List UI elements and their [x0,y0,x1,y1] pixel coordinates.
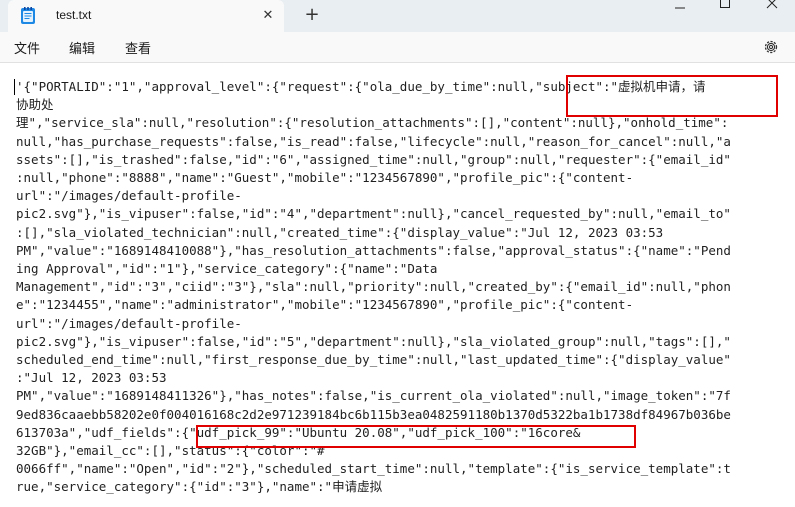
minimize-icon[interactable] [660,0,700,32]
new-tab-button[interactable]: + [300,4,324,28]
text-line: 理","service_sla":null,"resolution":{"res… [16,115,729,131]
highlight-subject [566,75,778,117]
menu-bar: 文件 编辑 查看 [0,32,795,63]
menu-edit[interactable]: 编辑 [69,38,95,57]
text-line: :[],"sla_violated_technician":null,"crea… [16,224,664,240]
text-line: ing Approval","id":"1"},"service_categor… [16,261,438,277]
text-line: :null,"phone":"8888","name":"Guest","mob… [16,170,634,186]
text-line: ssets":[],"is_trashed":false,"id":"6","a… [16,151,731,167]
menu-file[interactable]: 文件 [14,38,40,57]
text-editor[interactable]: '{"PORTALID":"1","approval_level":{"requ… [0,63,795,507]
title-bar: test.txt ✕ + [0,0,795,32]
text-line: 9ed836caaebb58202e0f004016168c2d2e971239… [16,406,731,422]
text-line: url":"/images/default-profile- [16,315,242,331]
text-line: PM","value":"1689148411326"},"has_notes"… [16,388,731,404]
gear-icon[interactable] [762,38,780,56]
text-line: scheduled_end_time":null,"first_response… [16,352,731,368]
highlight-udf-fields [196,425,636,448]
tab-title: test.txt [56,8,92,22]
text-line: null,"has_purchase_requests":false,"is_r… [16,133,731,149]
text-line: pic2.svg"},"is_vipuser":false,"id":"4","… [16,206,731,222]
menu-view[interactable]: 查看 [125,38,151,57]
maximize-icon[interactable] [705,0,745,32]
text-line: :"Jul 12, 2023 03:53 [16,370,167,386]
notepad-icon [21,7,35,24]
text-line: 协助处 [16,97,54,113]
text-line: url":"/images/default-profile- [16,188,242,204]
text-line: rue,"service_category":{"id":"3"},"name"… [16,479,383,495]
close-icon[interactable] [752,0,792,32]
text-caret [14,79,15,95]
text-line: e":"1234455","name":"administrator","mob… [16,297,634,313]
text-line: 0066ff","name":"Open","id":"2"},"schedul… [16,461,731,477]
text-line: Management","id":"3","ciid":"3"},"sla":n… [16,279,731,295]
close-tab-icon[interactable]: ✕ [258,6,278,26]
text-line: pic2.svg"},"is_vipuser":false,"id":"5","… [16,333,731,349]
document-tab[interactable]: test.txt ✕ [8,0,284,32]
text-line: PM","value":"1689148410088"},"has_resolu… [16,242,731,258]
